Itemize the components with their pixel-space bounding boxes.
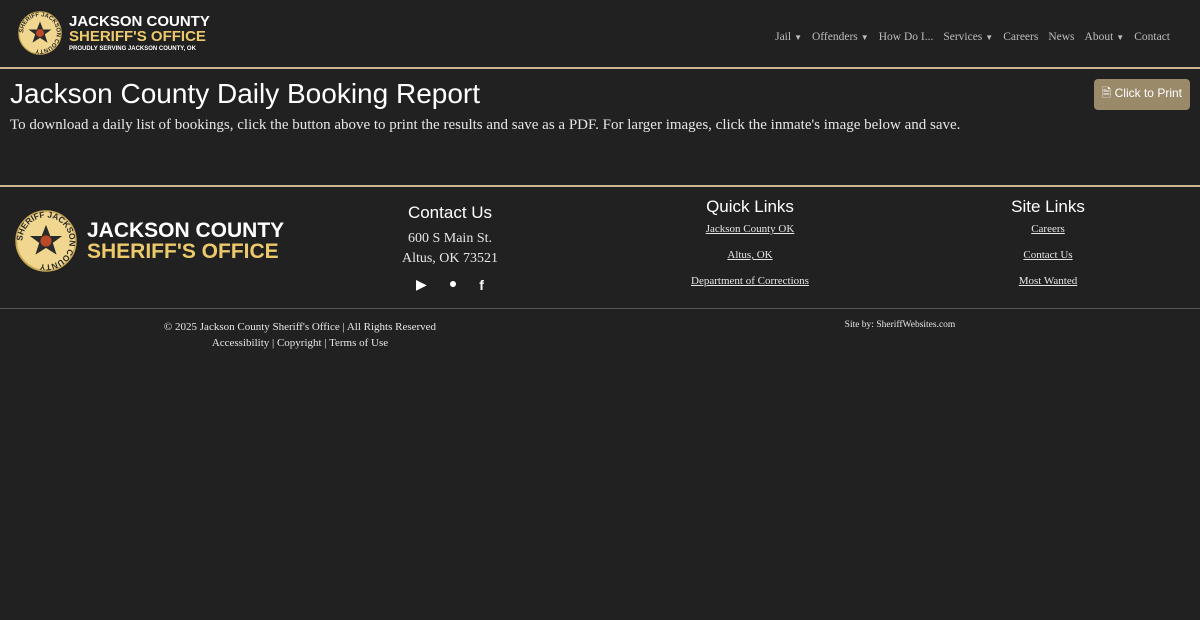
nav-label: Careers xyxy=(1003,31,1039,43)
header-divider xyxy=(0,67,1200,69)
site-credit[interactable]: Site by: SheriffWebsites.com xyxy=(800,320,1000,330)
footer-bottom-divider xyxy=(0,308,1200,309)
footer-divider xyxy=(0,185,1200,187)
nav-label: About xyxy=(1084,31,1114,43)
nav-item-careers[interactable]: Careers xyxy=(1003,31,1038,43)
brand-line1: JACKSON COUNTY xyxy=(69,13,210,30)
nav-label: News xyxy=(1048,31,1075,43)
page-description: To download a daily list of bookings, cl… xyxy=(10,117,961,133)
sheriff-badge-icon: SHERIFF JACKSON COUNTY xyxy=(18,11,62,55)
nav-item-how-do-i[interactable]: How Do I... xyxy=(879,31,934,43)
site-links-title: Site Links xyxy=(1011,197,1085,216)
site-links: Site Links Careers Contact Us Most Wante… xyxy=(948,197,1148,301)
logo[interactable]: SHERIFF JACKSON COUNTY JACKSON COUNTY SH… xyxy=(18,11,210,55)
caret-down-icon: ▼ xyxy=(1116,33,1125,42)
footer-brand-line1: JACKSON COUNTY xyxy=(87,219,285,242)
page-title: Jackson County Daily Booking Report xyxy=(10,78,481,109)
nav-label: Services xyxy=(943,31,983,43)
main-nav: Jail ▼ Offenders ▼ How Do I... Services ▼ Caree… xyxy=(765,27,1170,45)
print-button[interactable]: 🗎 Click to Print xyxy=(1093,79,1190,110)
caret-down-icon: ▼ xyxy=(794,33,802,42)
facebook-icon[interactable]: f xyxy=(479,277,484,294)
nav-label: Jail xyxy=(775,31,792,43)
caret-down-icon: ▼ xyxy=(985,33,994,42)
nav-label: How Do I... xyxy=(878,31,934,43)
nav-label: Offenders xyxy=(812,31,858,43)
quick-links-title: Quick Links xyxy=(706,197,794,216)
link-jackson-county[interactable]: Jackson County OK xyxy=(650,223,850,235)
caret-down-icon: ▼ xyxy=(860,33,869,42)
footer-logo[interactable]: SHERIFF JACKSON COUNTY JACKSON COUNTY SH… xyxy=(15,210,284,272)
link-corrections[interactable]: Department of Corrections xyxy=(650,275,850,287)
nav-label: Contact xyxy=(1134,31,1170,43)
tagline: PROUDLY SERVING JACKSON COUNTY, OK xyxy=(69,46,196,52)
copyright: © 2025 Jackson County Sheriff's Office |… xyxy=(163,321,437,333)
link-contact[interactable]: Contact Us xyxy=(948,249,1148,261)
nav-item-jail[interactable]: Jail ▼ xyxy=(775,31,802,43)
contact-section: Contact Us 600 S Main St. Altus, OK 7352… xyxy=(370,203,530,294)
nav-item-services[interactable]: Services ▼ xyxy=(943,31,993,43)
nav-item-news[interactable]: News xyxy=(1048,31,1074,43)
link-altus[interactable]: Altus, OK xyxy=(650,249,850,261)
brand-line2: SHERIFF'S OFFICE xyxy=(69,28,206,45)
quick-links: Quick Links Jackson County OK Altus, OK … xyxy=(650,197,850,301)
contact-title: Contact Us xyxy=(407,203,493,222)
nav-item-contact[interactable]: Contact xyxy=(1134,31,1170,43)
footer-brand-line2: SHERIFF'S OFFICE xyxy=(87,240,279,263)
address-line2: Altus, OK 73521 xyxy=(401,251,499,266)
link-most-wanted[interactable]: Most Wanted xyxy=(948,275,1148,287)
nav-item-about[interactable]: About ▼ xyxy=(1085,31,1125,43)
link-careers[interactable]: Careers xyxy=(948,223,1148,235)
legal-links[interactable]: Accessibility | Copyright | Terms of Use xyxy=(212,337,388,349)
pdf-file-icon: 🗎 xyxy=(1101,86,1115,100)
address-line1: 600 S Main St. xyxy=(407,231,492,246)
sheriff-badge-icon: SHERIFF JACKSON COUNTY xyxy=(15,210,77,272)
apple-icon[interactable]: ● xyxy=(449,277,457,294)
google-play-icon[interactable]: ▶ xyxy=(416,277,427,294)
nav-item-offenders[interactable]: Offenders ▼ xyxy=(812,31,869,43)
